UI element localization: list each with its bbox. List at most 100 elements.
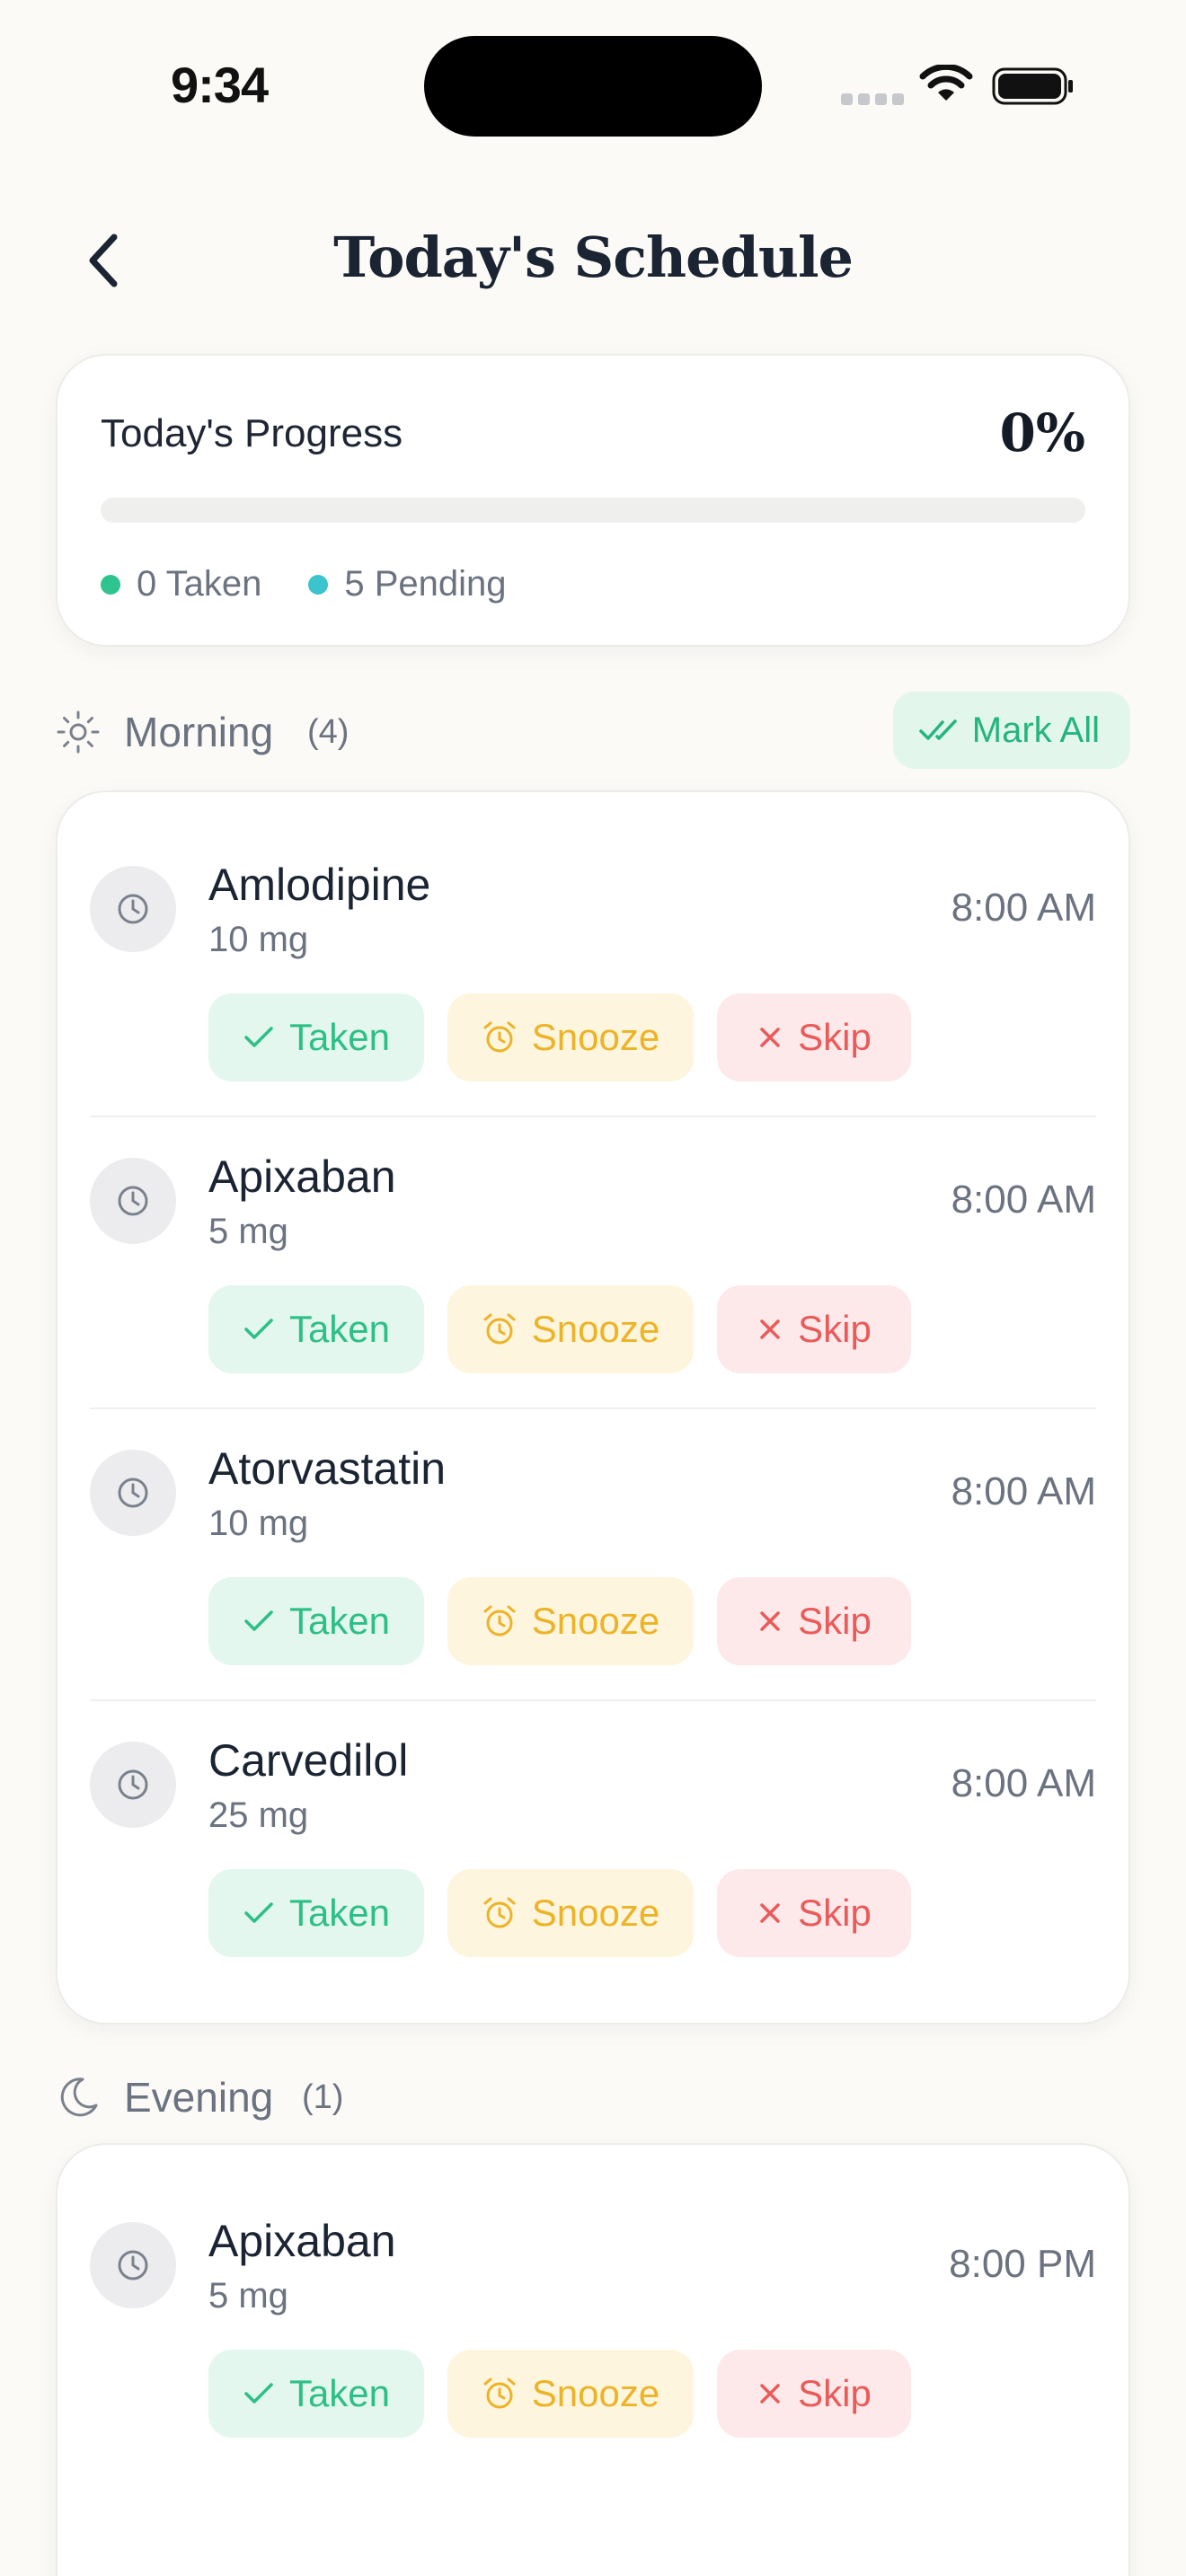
status-bar: 9:34	[0, 0, 1186, 171]
section-count-morning: (4)	[307, 713, 350, 751]
sun-icon	[57, 710, 100, 754]
clock-icon	[118, 1769, 148, 1800]
check-icon	[244, 1610, 273, 1631]
section-title-evening: Evening	[124, 2074, 274, 2121]
page-title: Today's Schedule	[333, 225, 854, 290]
medication-time: 8:00 AM	[951, 1469, 1096, 1513]
cellular-signal-icon	[841, 93, 904, 105]
clock-avatar	[90, 1450, 176, 1536]
mark-all-button[interactable]: Mark All	[892, 692, 1130, 769]
taken-button[interactable]: Taken	[208, 1577, 424, 1665]
clock-avatar	[90, 1742, 176, 1828]
snooze-button[interactable]: Snooze	[447, 1577, 694, 1665]
section-header-evening: Evening (1)	[56, 2057, 1130, 2134]
medication-dose: 5 mg	[208, 1212, 288, 1251]
section-header-morning: Morning (4) Mark All	[56, 692, 1130, 769]
snooze-label: Snooze	[531, 2372, 660, 2414]
taken-button[interactable]: Taken	[208, 1869, 424, 1957]
skip-button[interactable]: Skip	[717, 1577, 911, 1665]
close-icon	[760, 1903, 780, 1923]
progress-legend: 0 Taken 5 Pending	[101, 564, 507, 604]
medication-actions: Taken Snooze Skip	[208, 993, 911, 1081]
taken-button[interactable]: Taken	[208, 1285, 424, 1373]
skip-button[interactable]: Skip	[717, 1285, 911, 1373]
skip-label: Skip	[798, 1600, 872, 1642]
medication-time: 8:00 AM	[951, 886, 1096, 930]
double-check-icon	[919, 719, 957, 740]
medication-dose: 5 mg	[208, 2276, 288, 2316]
mark-all-label: Mark All	[971, 710, 1100, 750]
legend-pending: 5 Pending	[308, 564, 507, 604]
medication-dose: 25 mg	[208, 1795, 309, 1835]
dynamic-island	[424, 36, 762, 137]
taken-label: Taken	[288, 1600, 391, 1642]
snooze-label: Snooze	[531, 1600, 660, 1642]
taken-label: Taken	[288, 1016, 391, 1058]
taken-dot-icon	[101, 574, 120, 595]
medication-time: 8:00 PM	[949, 2242, 1096, 2286]
evening-meds-card: Apixaban 5 mg 8:00 PM Taken Snooze Skip	[56, 2143, 1130, 2576]
medication-dose: 10 mg	[208, 920, 309, 959]
skip-button[interactable]: Skip	[717, 1869, 911, 1957]
wifi-icon	[919, 65, 973, 101]
close-icon	[760, 1028, 780, 1047]
taken-label: Taken	[288, 2372, 391, 2414]
close-icon	[760, 1611, 780, 1631]
check-icon	[244, 1319, 273, 1339]
close-icon	[760, 2384, 780, 2404]
moon-icon	[60, 2078, 98, 2117]
clock-icon	[118, 2250, 148, 2280]
legend-pending-label: 5 Pending	[344, 564, 507, 604]
snooze-button[interactable]: Snooze	[447, 993, 694, 1081]
taken-button[interactable]: Taken	[208, 993, 424, 1081]
snooze-button[interactable]: Snooze	[447, 1285, 694, 1373]
taken-label: Taken	[288, 1308, 391, 1350]
medication-actions: Taken Snooze Skip	[208, 1869, 911, 1957]
morning-meds-card: Amlodipine 10 mg 8:00 AM Taken Snooze Sk…	[56, 790, 1130, 2025]
skip-label: Skip	[798, 1308, 872, 1350]
divider	[90, 1116, 1096, 1117]
clock-icon	[118, 1186, 148, 1216]
taken-button[interactable]: Taken	[208, 2350, 424, 2438]
alarm-clock-icon	[483, 2378, 516, 2409]
medication-time: 8:00 AM	[951, 1178, 1096, 1222]
taken-label: Taken	[288, 1892, 391, 1934]
clock-icon	[118, 894, 148, 924]
snooze-button[interactable]: Snooze	[447, 2350, 694, 2438]
skip-button[interactable]: Skip	[717, 2350, 911, 2438]
pending-dot-icon	[308, 574, 329, 595]
clock-avatar	[90, 866, 176, 952]
skip-button[interactable]: Skip	[717, 993, 911, 1081]
medication-actions: Taken Snooze Skip	[208, 2350, 911, 2438]
medication-actions: Taken Snooze Skip	[208, 1577, 911, 1665]
status-time: 9:34	[171, 57, 269, 113]
section-count-evening: (1)	[302, 2078, 344, 2116]
alarm-clock-icon	[483, 1021, 516, 1053]
progress-bar	[101, 498, 1085, 523]
battery-icon	[992, 67, 1073, 105]
divider	[90, 1407, 1096, 1409]
legend-taken: 0 Taken	[101, 564, 261, 604]
header: Today's Schedule	[0, 207, 1186, 314]
clock-avatar	[90, 2222, 176, 2308]
progress-title: Today's Progress	[101, 411, 403, 455]
medication-time: 8:00 AM	[951, 1761, 1096, 1805]
medication-actions: Taken Snooze Skip	[208, 1285, 911, 1373]
alarm-clock-icon	[483, 1897, 516, 1928]
snooze-button[interactable]: Snooze	[447, 1869, 694, 1957]
clock-avatar	[90, 1158, 176, 1244]
legend-taken-label: 0 Taken	[137, 564, 262, 604]
skip-label: Skip	[798, 1016, 872, 1058]
clock-icon	[118, 1478, 148, 1508]
skip-label: Skip	[798, 1892, 872, 1934]
progress-card: Today's Progress 0% 0 Taken 5 Pending	[56, 354, 1130, 647]
check-icon	[244, 1902, 273, 1923]
section-title-morning: Morning	[124, 709, 274, 755]
skip-label: Skip	[798, 2372, 872, 2414]
snooze-label: Snooze	[531, 1892, 660, 1934]
check-icon	[244, 1027, 273, 1047]
divider	[90, 1699, 1096, 1701]
medication-name: Amlodipine	[208, 860, 431, 910]
snooze-label: Snooze	[531, 1016, 660, 1058]
medication-dose: 10 mg	[208, 1504, 309, 1543]
